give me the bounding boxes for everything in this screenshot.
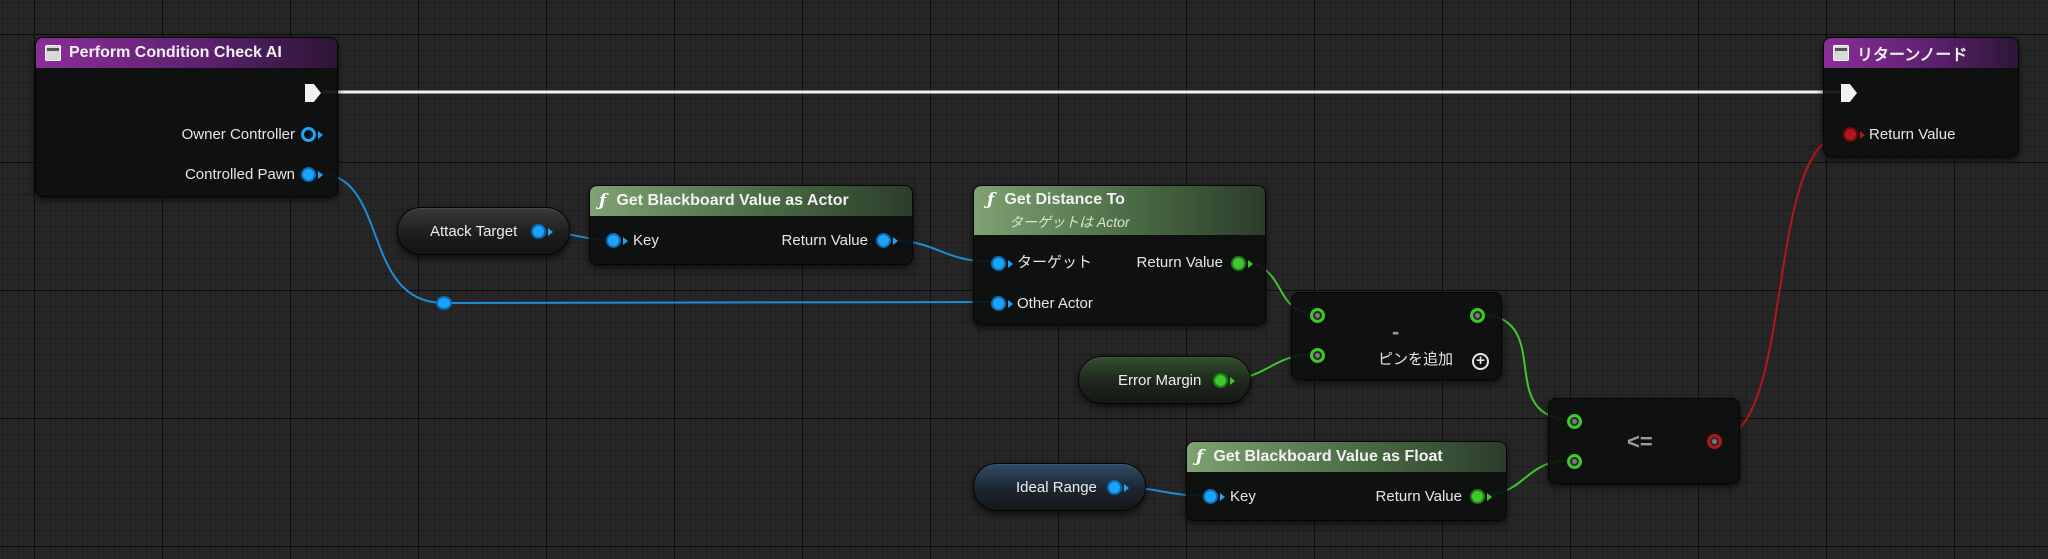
attack-target-pin[interactable] (531, 224, 546, 239)
attack-target-pin-arrow (548, 228, 553, 236)
function-icon: ƒ (987, 189, 995, 210)
return-value-pin[interactable] (1843, 127, 1858, 142)
error-margin-label: Error Margin (1118, 372, 1202, 389)
return-value-label: Return Value (1869, 126, 1956, 143)
subtract-operator: - (1392, 319, 1400, 344)
entry-node-title: Perform Condition Check AI (69, 44, 282, 61)
distance-return-value-pin-arrow (1248, 260, 1253, 268)
attack-target-variable[interactable]: Attack Target (397, 207, 570, 255)
exec-in-pin[interactable] (1841, 84, 1857, 102)
return-node-header[interactable]: リターンノード (1824, 38, 2018, 68)
error-margin-pin[interactable] (1213, 373, 1228, 388)
event-icon (45, 45, 61, 61)
get-blackboard-actor-node[interactable]: ƒ Get Blackboard Value as Actor Key Retu… (589, 185, 913, 265)
float-key-label: Key (1230, 488, 1256, 505)
attack-target-label: Attack Target (430, 223, 518, 240)
error-margin-pin-arrow (1230, 377, 1235, 385)
actor-return-value-pin[interactable] (876, 233, 891, 248)
distance-return-value-label: Return Value (1136, 254, 1223, 271)
float-return-value-label: Return Value (1375, 488, 1462, 505)
target-label: ターゲット (1017, 254, 1093, 271)
add-pin-label[interactable]: ピンを追加 (1378, 351, 1453, 369)
get-distance-to-header[interactable]: ƒ Get Distance To ターゲットは Actor (974, 186, 1265, 235)
other-actor-pin-arrow (1008, 300, 1013, 308)
target-pin-arrow (1008, 260, 1013, 268)
subtract-input-b-pin[interactable] (1310, 348, 1325, 363)
subtitle-target-class: Actor (1096, 213, 1130, 230)
get-blackboard-float-header[interactable]: ƒ Get Blackboard Value as Float (1187, 442, 1506, 472)
get-distance-to-node[interactable]: ƒ Get Distance To ターゲットは Actor ターゲット Ret… (973, 185, 1266, 325)
float-key-pin[interactable] (1203, 489, 1218, 504)
less-equal-node[interactable]: <= (1548, 398, 1740, 484)
owner-controller-label: Owner Controller (181, 126, 295, 143)
event-icon (1833, 45, 1849, 61)
get-distance-to-title: Get Distance To (1004, 190, 1125, 208)
controlled-pawn-label: Controlled Pawn (184, 166, 295, 183)
actor-return-value-label: Return Value (781, 232, 868, 249)
compare-operator: <= (1627, 429, 1653, 454)
actor-key-pin[interactable] (606, 233, 621, 248)
target-pin[interactable] (991, 256, 1006, 271)
ideal-range-variable[interactable]: Ideal Range (973, 463, 1146, 511)
get-blackboard-float-title: Get Blackboard Value as Float (1213, 448, 1443, 465)
get-blackboard-actor-header[interactable]: ƒ Get Blackboard Value as Actor (590, 186, 912, 216)
ideal-range-label: Ideal Range (1016, 479, 1097, 496)
controlled-pawn-pin-arrow (318, 171, 323, 179)
ideal-range-pin[interactable] (1107, 480, 1122, 495)
exec-out-pin[interactable] (305, 84, 321, 102)
wire-compare-to-return[interactable] (1712, 132, 1849, 442)
other-actor-label: Other Actor (1017, 295, 1093, 312)
get-distance-to-subtitle: ターゲットは Actor (1009, 212, 1130, 232)
owner-controller-pin-arrow (318, 131, 323, 139)
other-actor-pin[interactable] (991, 296, 1006, 311)
controlled-pawn-pin[interactable] (301, 167, 316, 182)
subtract-output-pin[interactable] (1470, 308, 1485, 323)
actor-key-label: Key (633, 232, 659, 249)
compare-input-a-pin[interactable] (1567, 414, 1582, 429)
blueprint-graph-canvas[interactable]: Perform Condition Check AI Owner Control… (0, 0, 2048, 559)
actor-key-pin-arrow (623, 237, 628, 245)
entry-node[interactable]: Perform Condition Check AI Owner Control… (35, 37, 338, 197)
get-blackboard-actor-title: Get Blackboard Value as Actor (616, 192, 849, 209)
add-pin-icon[interactable]: + (1472, 353, 1489, 370)
return-value-pin-arrow (1860, 131, 1865, 139)
owner-controller-pin[interactable] (301, 127, 316, 142)
subtitle-prefix: ターゲットは (1009, 213, 1093, 230)
distance-return-value-pin[interactable] (1231, 256, 1246, 271)
subtract-node[interactable]: - ピンを追加 + (1291, 292, 1502, 380)
return-node-title: リターンノード (1857, 47, 1968, 64)
reroute-node[interactable] (436, 296, 452, 310)
error-margin-variable[interactable]: Error Margin (1078, 356, 1251, 404)
get-blackboard-float-node[interactable]: ƒ Get Blackboard Value as Float Key Retu… (1186, 441, 1507, 521)
entry-node-header[interactable]: Perform Condition Check AI (36, 38, 337, 68)
actor-return-value-pin-arrow (893, 237, 898, 245)
subtract-input-a-pin[interactable] (1310, 308, 1325, 323)
compare-output-pin[interactable] (1707, 434, 1722, 449)
float-key-pin-arrow (1220, 493, 1225, 501)
wire-reroute-to-other-actor[interactable] (443, 301, 997, 304)
function-icon: ƒ (599, 191, 607, 211)
ideal-range-pin-arrow (1124, 484, 1129, 492)
function-icon: ƒ (1196, 447, 1204, 467)
return-node[interactable]: リターンノード Return Value (1823, 37, 2019, 157)
float-return-value-pin[interactable] (1470, 489, 1485, 504)
compare-input-b-pin[interactable] (1567, 454, 1582, 469)
float-return-value-pin-arrow (1487, 493, 1492, 501)
